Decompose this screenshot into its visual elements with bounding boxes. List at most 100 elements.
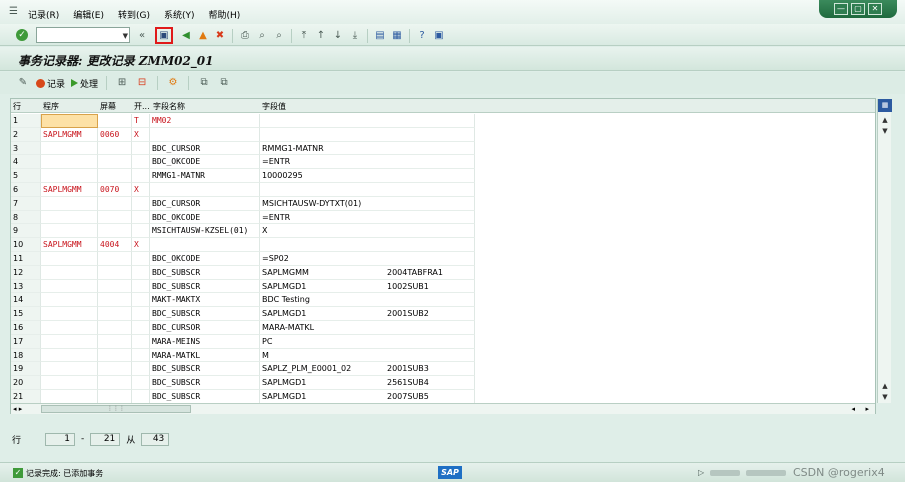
field-value-cell[interactable]: BDC Testing — [260, 293, 475, 308]
next-page-icon[interactable]: ↓ — [331, 29, 345, 43]
start-flag-cell[interactable] — [132, 155, 150, 170]
program-cell[interactable] — [41, 114, 98, 128]
field-name-cell[interactable]: MM02 — [150, 114, 260, 128]
print-icon[interactable]: ⎙ — [238, 29, 252, 43]
menu-edit[interactable]: 编辑(E) — [73, 8, 104, 21]
screen-cell[interactable]: 4004 — [98, 238, 132, 252]
field-name-cell[interactable]: BDC_SUBSCR — [150, 362, 260, 377]
find-icon[interactable]: ⌕ — [255, 29, 269, 43]
screen-cell[interactable] — [98, 293, 132, 308]
program-cell[interactable] — [41, 169, 98, 183]
first-page-icon[interactable]: ⤒ — [297, 29, 311, 43]
table-row[interactable]: 14 MAKT-MAKTX BDC Testing — [11, 293, 875, 308]
screen-cell[interactable] — [98, 376, 132, 390]
table-row[interactable]: 11 BDC_OKCODE =SP02 — [11, 252, 875, 266]
field-name-cell[interactable] — [150, 127, 260, 142]
history-icon[interactable]: « — [135, 29, 149, 43]
field-value-cell[interactable]: SAPLMGD1 — [260, 376, 475, 390]
program-cell[interactable] — [41, 348, 98, 363]
start-flag-cell[interactable] — [132, 362, 150, 377]
scroll-up-icon[interactable]: ▼ — [880, 126, 890, 136]
field-name-cell[interactable]: BDC_OKCODE — [150, 252, 260, 266]
screen-cell[interactable] — [98, 348, 132, 363]
field-value-cell[interactable] — [260, 114, 475, 128]
column-config-icon[interactable]: ▦ — [878, 99, 892, 112]
table-row[interactable]: 10 SAPLMGMM 4004 X — [11, 238, 875, 252]
scroll-thumb[interactable]: ⋮⋮⋮ — [41, 405, 191, 413]
scroll-down-icon[interactable]: ▼ — [880, 392, 890, 402]
field-name-cell[interactable]: BDC_SUBSCR — [150, 376, 260, 390]
header-program[interactable]: 程序 — [43, 101, 59, 112]
table-row[interactable]: 20 BDC_SUBSCR SAPLMGD1 2561SUB4 — [11, 376, 875, 390]
screen-cell[interactable] — [98, 362, 132, 377]
start-flag-cell[interactable] — [132, 252, 150, 266]
field-value-cell[interactable]: MARA-MATKL — [260, 321, 475, 335]
field-name-cell[interactable]: MAKT-MAKTX — [150, 293, 260, 308]
horizontal-scrollbar[interactable]: ◂ ▸ ⋮⋮⋮ ◂ ▸ — [11, 403, 875, 414]
table-row[interactable]: 18 MARA-MATKL M — [11, 348, 875, 363]
start-flag-cell[interactable] — [132, 196, 150, 211]
table-row[interactable]: 6 SAPLMGMM 0070 X — [11, 183, 875, 197]
field-value-cell[interactable]: RMMG1-MATNR — [260, 141, 475, 156]
table-row[interactable]: 19 BDC_SUBSCR SAPLZ_PLM_E0001_02 2001SUB3 — [11, 362, 875, 377]
command-field[interactable]: ▼ — [36, 27, 130, 43]
table-row[interactable]: 4 BDC_OKCODE =ENTR — [11, 155, 875, 170]
screen-cell[interactable] — [98, 196, 132, 211]
start-flag-cell[interactable] — [132, 348, 150, 363]
menu-goto[interactable]: 转到(G) — [118, 8, 150, 21]
header-field-value[interactable]: 字段值 — [262, 101, 286, 112]
screen-cell[interactable] — [98, 390, 132, 404]
program-cell[interactable] — [41, 376, 98, 390]
table-row[interactable]: 1 T MM02 — [11, 114, 875, 128]
table-row[interactable]: 15 BDC_SUBSCR SAPLMGD1 2001SUB2 — [11, 307, 875, 321]
start-flag-cell[interactable]: T — [132, 114, 150, 128]
screen-cell[interactable] — [98, 321, 132, 335]
start-flag-cell[interactable] — [132, 307, 150, 321]
table-row[interactable]: 9 MSICHTAUSW-KZSEL(01) X — [11, 224, 875, 239]
field-value-cell[interactable] — [260, 238, 475, 252]
header-line[interactable]: 行 — [13, 101, 21, 112]
field-value-cell[interactable]: M — [260, 348, 475, 363]
screen-cell[interactable]: 0070 — [98, 183, 132, 197]
help-icon[interactable]: ? — [415, 29, 429, 43]
table-row[interactable]: 2 SAPLMGMM 0060 X — [11, 127, 875, 142]
program-cell[interactable] — [41, 265, 98, 280]
field-name-cell[interactable]: MSICHTAUSW-KZSEL(01) — [150, 224, 260, 239]
status-message[interactable]: 记录完成: 已添加事务 — [26, 468, 103, 479]
screen-cell[interactable] — [98, 307, 132, 321]
screen-cell[interactable] — [98, 141, 132, 156]
maximize-icon[interactable]: ▢ — [851, 3, 865, 15]
save-icon[interactable]: ▣ — [155, 27, 173, 44]
start-flag-cell[interactable] — [132, 224, 150, 239]
program-cell[interactable] — [41, 155, 98, 170]
field-name-cell[interactable]: RMMG1-MATNR — [150, 169, 260, 183]
table-row[interactable]: 8 BDC_OKCODE =ENTR — [11, 210, 875, 225]
menu-record[interactable]: 记录(R) — [28, 8, 59, 21]
field-value-cell[interactable]: =SP02 — [260, 252, 475, 266]
field-name-cell[interactable] — [150, 183, 260, 197]
scroll-right-icon[interactable]: ▸ — [865, 404, 869, 415]
start-flag-cell[interactable] — [132, 265, 150, 280]
screen-cell[interactable] — [98, 334, 132, 349]
field-name-cell[interactable]: BDC_OKCODE — [150, 210, 260, 225]
user-icon[interactable]: ⚙ — [166, 76, 180, 90]
start-flag-cell[interactable]: X — [132, 183, 150, 197]
field-value-cell[interactable]: PC — [260, 334, 475, 349]
screen-cell[interactable] — [98, 279, 132, 294]
screen-cell[interactable] — [98, 210, 132, 225]
vertical-scrollbar[interactable]: ▦ ▲ ▼ ▲ ▼ — [877, 99, 892, 403]
field-name-cell[interactable]: BDC_SUBSCR — [150, 279, 260, 294]
screen-cell[interactable] — [98, 114, 132, 128]
table-row[interactable]: 12 BDC_SUBSCR SAPLMGMM 2004TABFRA1 — [11, 265, 875, 280]
program-cell[interactable] — [41, 279, 98, 294]
screen-cell[interactable]: 0060 — [98, 127, 132, 142]
start-flag-cell[interactable] — [132, 279, 150, 294]
field-name-cell[interactable] — [150, 238, 260, 252]
screen-cell[interactable] — [98, 252, 132, 266]
table-row[interactable]: 3 BDC_CURSOR RMMG1-MATNR — [11, 141, 875, 156]
field-name-cell[interactable]: BDC_OKCODE — [150, 155, 260, 170]
field-name-cell[interactable]: BDC_CURSOR — [150, 141, 260, 156]
start-flag-cell[interactable] — [132, 334, 150, 349]
field-name-cell[interactable]: BDC_CURSOR — [150, 321, 260, 335]
start-flag-cell[interactable] — [132, 293, 150, 308]
